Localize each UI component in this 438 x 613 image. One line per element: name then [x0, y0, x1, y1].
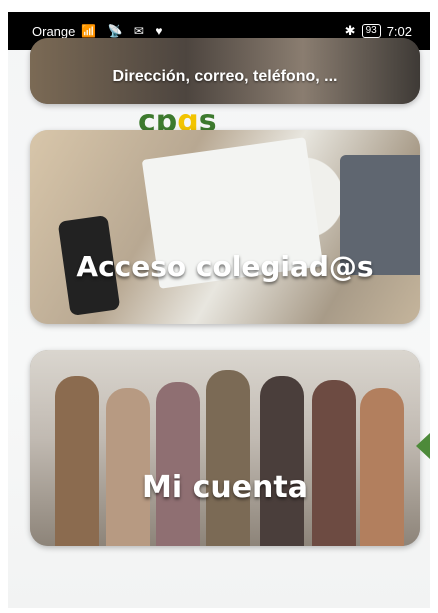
account-card[interactable]: Mi cuenta: [30, 350, 420, 546]
person-image: [156, 382, 200, 546]
status-icons: 📶 📡 ✉ ♥: [81, 24, 167, 38]
left-arrow-icon[interactable]: [416, 433, 430, 459]
person-image: [55, 376, 99, 546]
battery-indicator: 93: [361, 24, 381, 38]
person-image: [260, 376, 304, 546]
bluetooth-icon: ✱: [344, 23, 356, 38]
person-image: [206, 370, 250, 546]
person-image: [312, 380, 356, 546]
time-label: 7:02: [386, 23, 412, 39]
contact-card[interactable]: Dirección, correo, teléfono, ...: [30, 38, 420, 104]
carrier-label: Orange: [32, 23, 76, 39]
access-card-label: Acceso colegiad@s: [76, 250, 374, 283]
person-image: [106, 388, 150, 546]
right-status: ✱ 93 7:02: [345, 23, 412, 39]
account-card-label: Mi cuenta: [141, 470, 308, 505]
access-card[interactable]: Acceso colegiad@s: [30, 130, 420, 324]
phone-screen: Orange 📶 📡 ✉ ♥ ✱ 93 7:02 Dirección, corr…: [8, 12, 430, 608]
person-image: [360, 388, 404, 546]
logo: cpgs: [138, 104, 217, 139]
contact-card-label: Dirección, correo, teléfono, ...: [112, 68, 338, 85]
